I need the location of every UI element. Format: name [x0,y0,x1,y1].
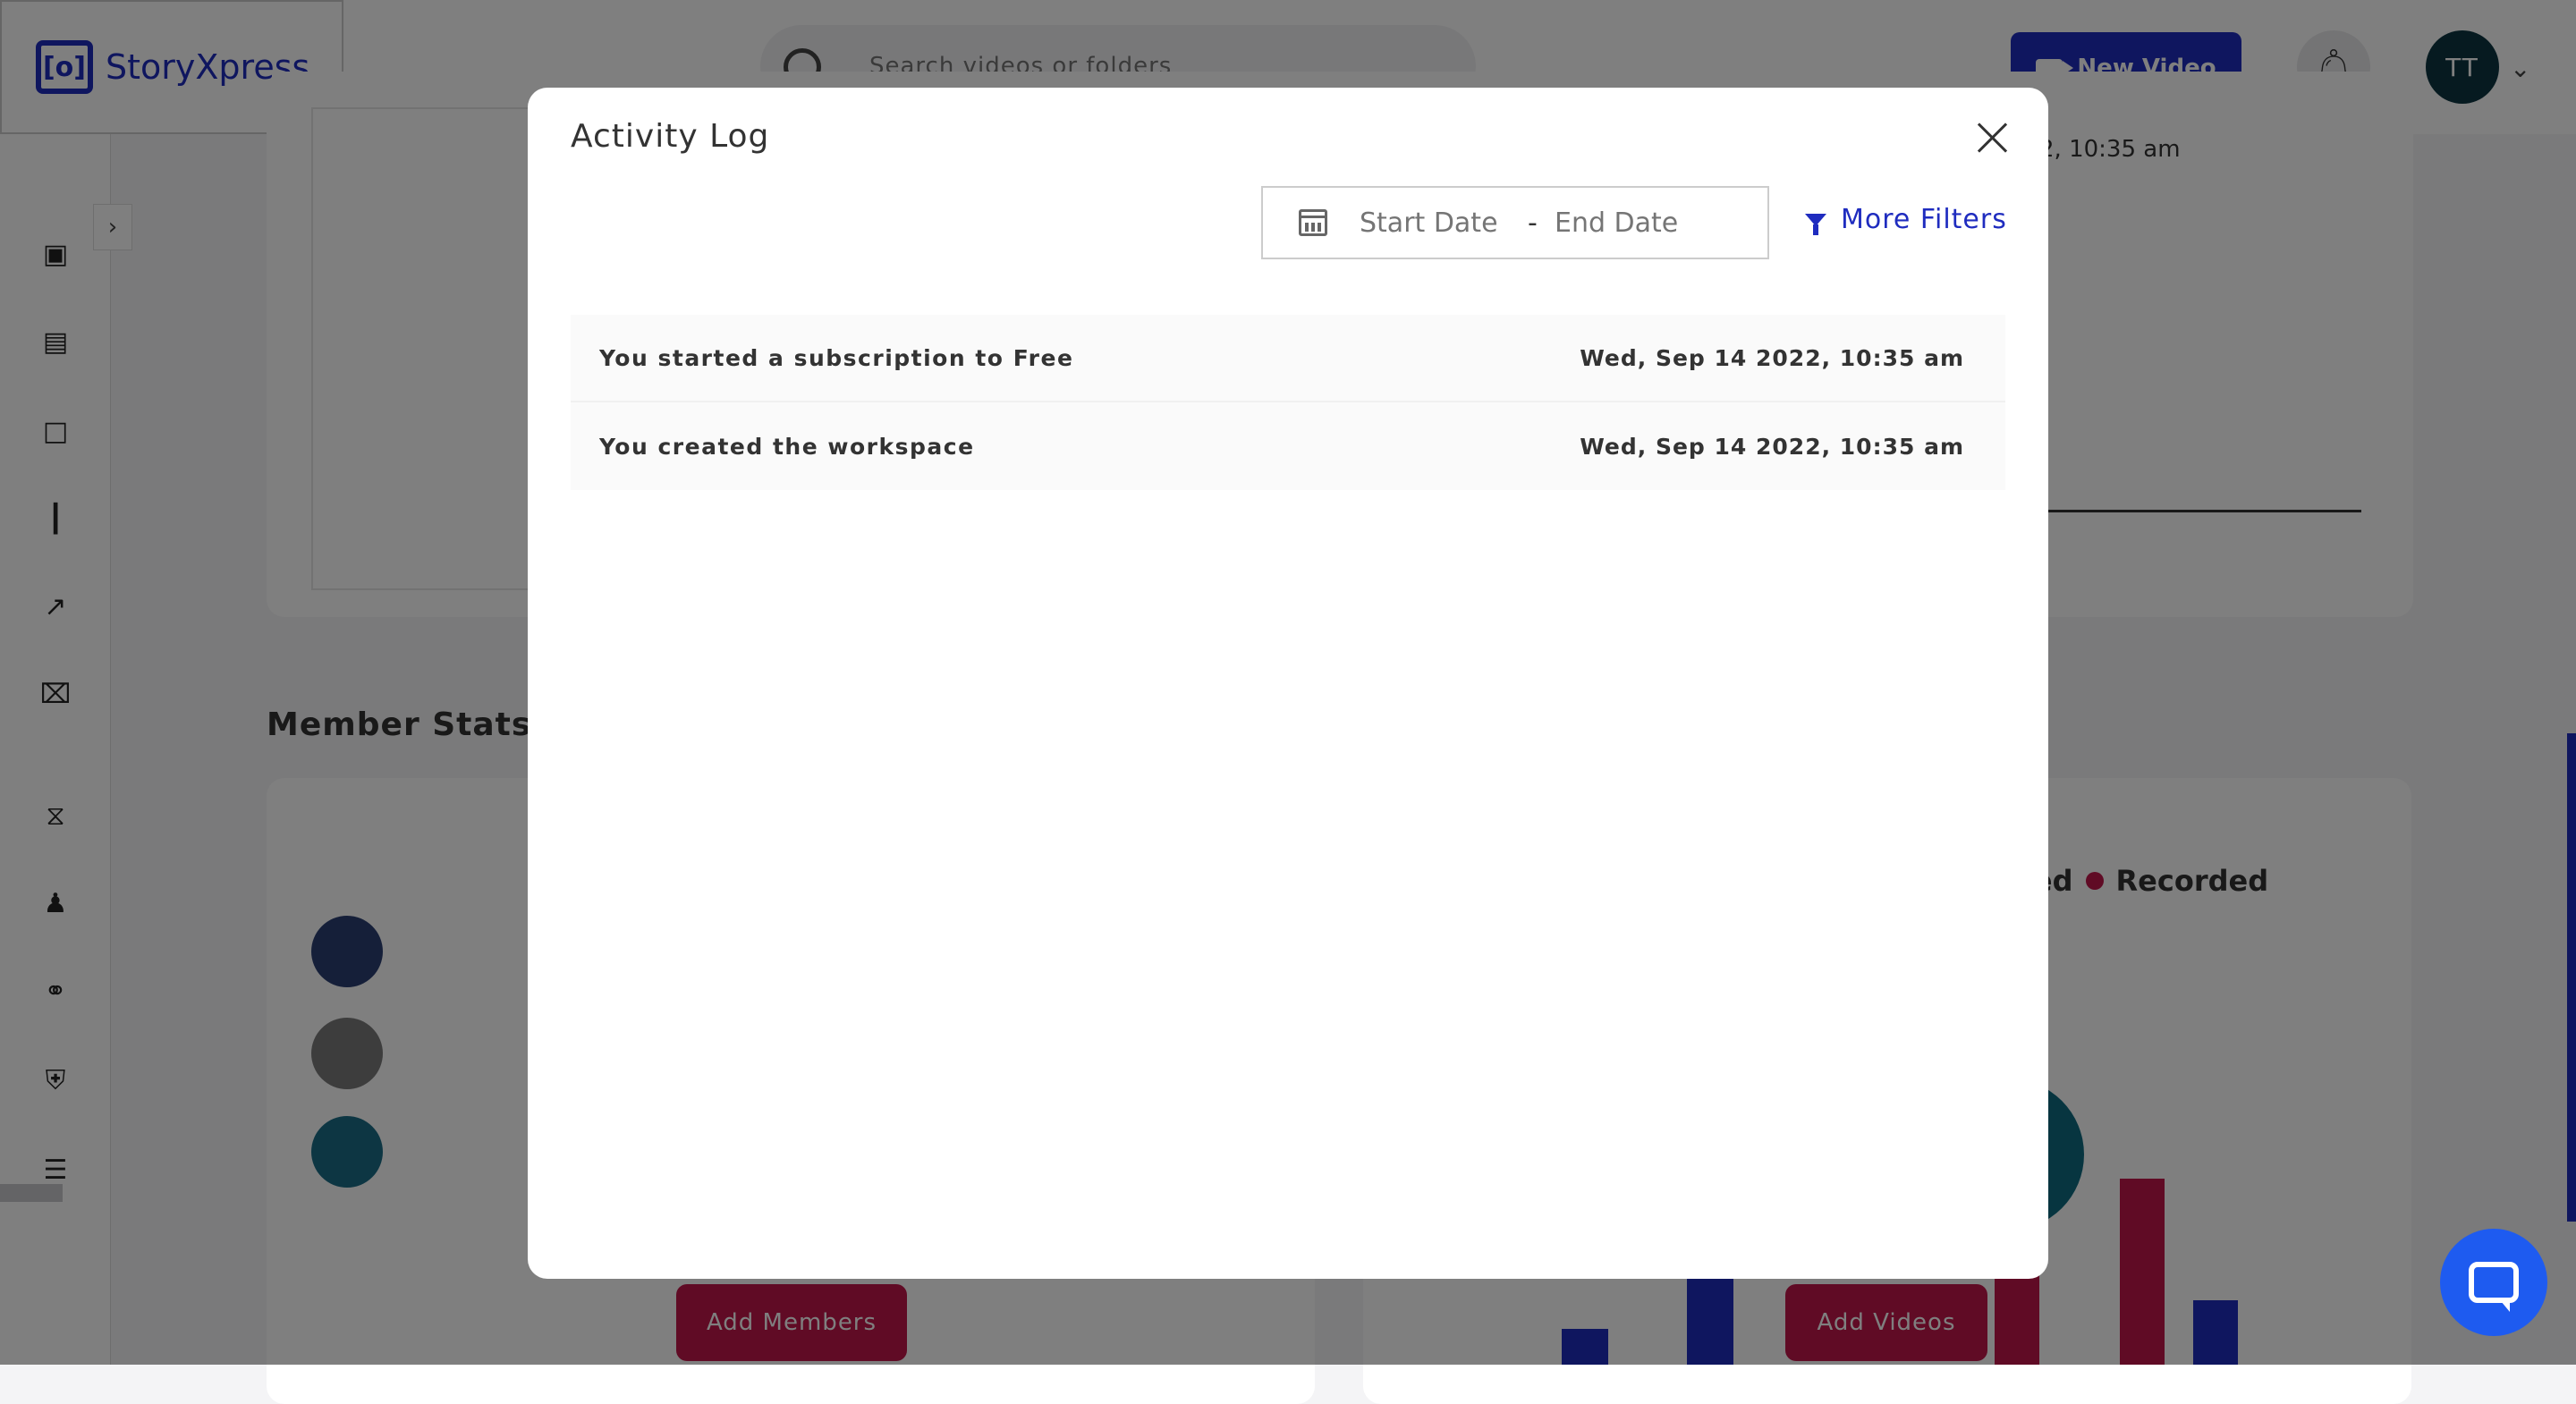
list-item: You started a subscription to Free Wed, … [571,315,2005,402]
activity-text: You created the workspace [599,433,975,460]
activity-timestamp: Wed, Sep 14 2022, 10:35 am [1580,433,1964,460]
chat-support-button[interactable] [2440,1229,2547,1336]
end-date-input[interactable] [1555,207,1751,239]
modal-title: Activity Log [571,118,770,155]
activity-log-list: You started a subscription to Free Wed, … [571,315,2005,490]
more-filters-label: More Filters [1841,204,2007,235]
calendar-icon[interactable] [1299,209,1327,236]
list-item: You created the workspace Wed, Sep 14 20… [571,402,2005,490]
start-date-input[interactable] [1360,207,1512,239]
chat-icon [2469,1262,2519,1312]
activity-text: You started a subscription to Free [599,344,1074,371]
more-filters-button[interactable]: More Filters [1805,204,2007,235]
close-icon[interactable] [1973,118,2012,157]
activity-timestamp: Wed, Sep 14 2022, 10:35 am [1580,344,1964,371]
date-separator: - [1528,207,1538,239]
activity-log-modal: Activity Log - More Filters You started … [528,88,2048,1279]
filter-icon [1805,213,1826,235]
date-range-picker[interactable]: - [1261,186,1769,259]
